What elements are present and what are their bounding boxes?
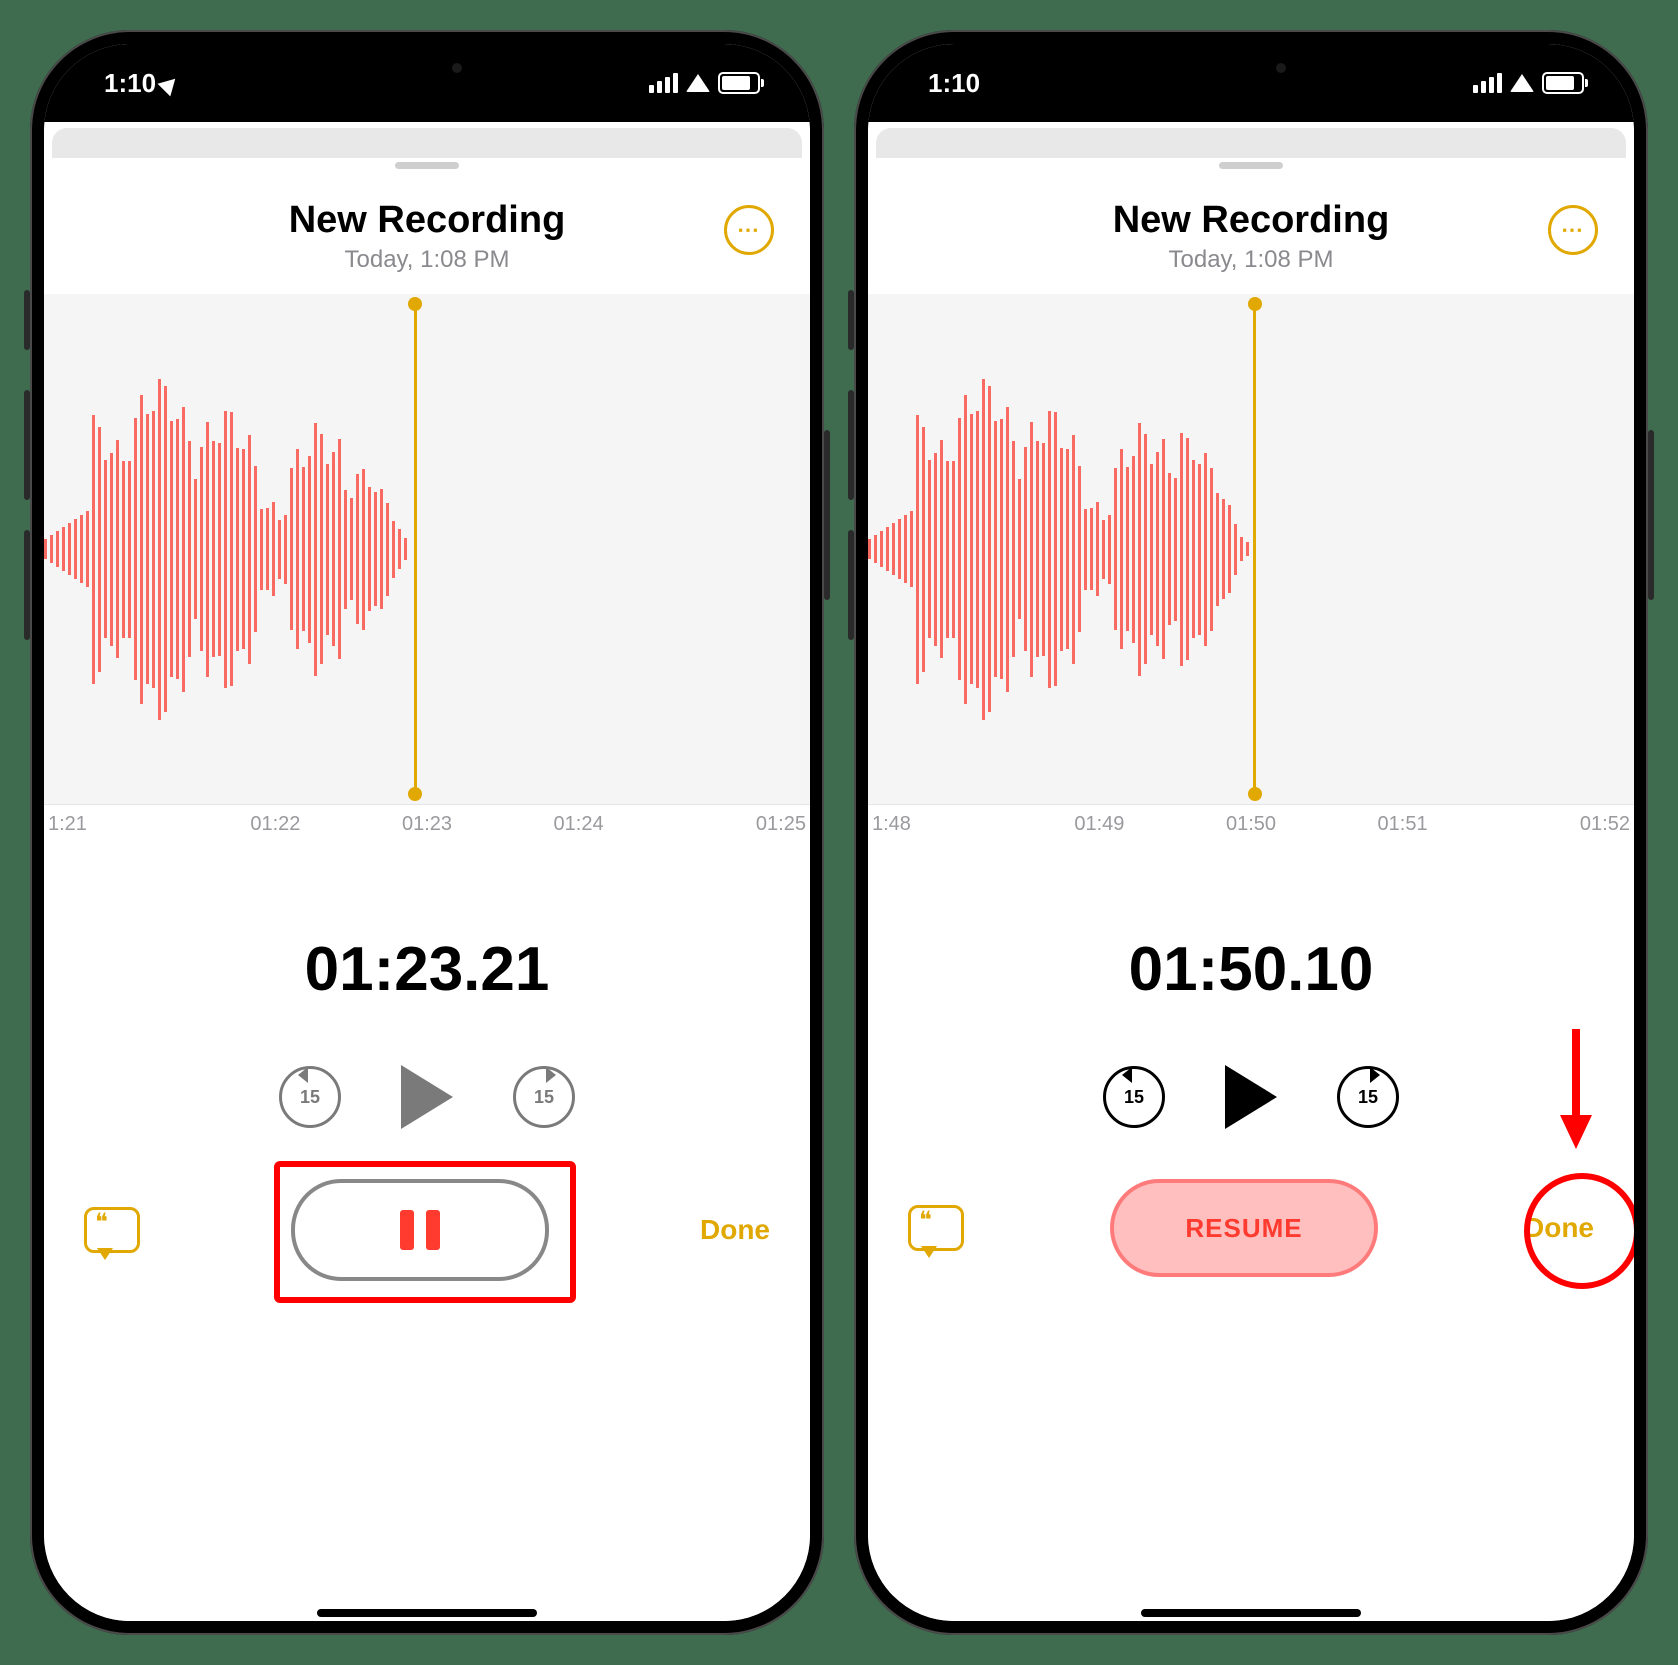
transcribe-button[interactable]: [908, 1205, 964, 1251]
waveform-view[interactable]: [868, 294, 1634, 804]
recording-title[interactable]: New Recording: [289, 199, 566, 242]
skip-forward-button[interactable]: 15: [513, 1066, 575, 1128]
home-indicator[interactable]: [1141, 1609, 1361, 1617]
phone-right: 1:10 New Recording Today, 1:08 PM ⋯: [854, 30, 1648, 1635]
play-button[interactable]: [401, 1065, 453, 1129]
time-marks: 1:4801:4901:5001:5101:52: [868, 804, 1634, 844]
timer-display: 01:50.10: [868, 934, 1634, 1005]
status-time: 1:10: [928, 68, 980, 99]
status-icons: [1473, 72, 1584, 94]
skip-forward-button[interactable]: 15: [1337, 1066, 1399, 1128]
time-marks: 1:2101:2201:2301:2401:25: [44, 804, 810, 844]
skip-back-button[interactable]: 15: [279, 1066, 341, 1128]
notch: [297, 44, 557, 92]
wifi-icon: [1510, 74, 1534, 92]
recording-subtitle: Today, 1:08 PM: [289, 246, 566, 274]
done-button[interactable]: Done: [1524, 1212, 1594, 1244]
notch: [1121, 44, 1381, 92]
cellular-icon: [1473, 73, 1502, 93]
skip-back-button[interactable]: 15: [1103, 1066, 1165, 1128]
play-button[interactable]: [1225, 1065, 1277, 1129]
transcribe-button[interactable]: [84, 1207, 140, 1253]
playhead[interactable]: [1253, 304, 1256, 794]
recording-title[interactable]: New Recording: [1113, 199, 1390, 242]
more-options-button[interactable]: ⋯: [1548, 205, 1598, 255]
resume-button[interactable]: RESUME: [1110, 1179, 1378, 1277]
battery-icon: [1542, 72, 1584, 94]
waveform-view[interactable]: [44, 294, 810, 804]
wifi-icon: [686, 74, 710, 92]
sheet-grabber[interactable]: [395, 162, 459, 169]
battery-icon: [718, 72, 760, 94]
cellular-icon: [649, 73, 678, 93]
done-button[interactable]: Done: [700, 1214, 770, 1246]
phone-left: 1:10 New Recording Today, 1:08 PM ⋯: [30, 30, 824, 1635]
sheet-grabber[interactable]: [1219, 162, 1283, 169]
pause-button[interactable]: [291, 1179, 549, 1281]
playhead[interactable]: [414, 304, 417, 794]
timer-display: 01:23.21: [44, 934, 810, 1005]
home-indicator[interactable]: [317, 1609, 537, 1617]
status-icons: [649, 72, 760, 94]
recording-subtitle: Today, 1:08 PM: [1113, 246, 1390, 274]
location-icon: [158, 72, 182, 96]
more-options-button[interactable]: ⋯: [724, 205, 774, 255]
status-time: 1:10: [104, 68, 156, 99]
